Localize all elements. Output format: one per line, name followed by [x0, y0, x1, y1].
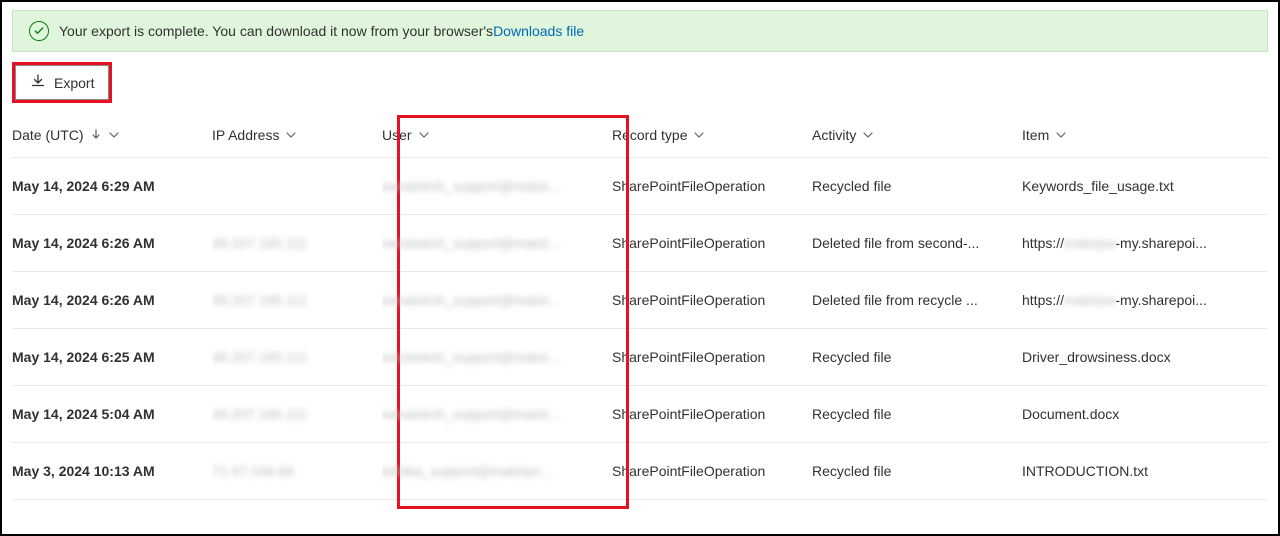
cell-record-type: SharePointFileOperation — [612, 215, 812, 272]
table-row[interactable]: May 14, 2024 6:26 AM49.207.185.111weralo… — [12, 272, 1268, 329]
cell-date: May 14, 2024 6:26 AM — [12, 215, 212, 272]
cell-record-type: SharePointFileOperation — [612, 386, 812, 443]
cell-user: weraloksh_support@matol... — [382, 386, 612, 443]
table-row[interactable]: May 3, 2024 10:13 AM71.97.246.68lethika_… — [12, 443, 1268, 500]
cell-ip-address: 71.97.246.68 — [212, 443, 382, 500]
column-header-activity[interactable]: Activity — [812, 127, 874, 143]
cell-user: weraloksh_support@matol... — [382, 272, 612, 329]
cell-date: May 14, 2024 6:25 AM — [12, 329, 212, 386]
cell-record-type: SharePointFileOperation — [612, 443, 812, 500]
cell-item: Driver_drowsiness.docx — [1022, 329, 1268, 386]
export-complete-banner: Your export is complete. You can downloa… — [12, 10, 1268, 52]
cell-activity: Deleted file from second-... — [812, 215, 1022, 272]
audit-log-table: Date (UTC) IP Address User — [12, 113, 1268, 500]
table-row[interactable]: May 14, 2024 6:26 AM49.207.185.111weralo… — [12, 215, 1268, 272]
banner-message: Your export is complete. You can downloa… — [59, 23, 584, 39]
cell-ip-address — [212, 158, 382, 215]
table-row[interactable]: May 14, 2024 5:04 AM49.207.186.111weralo… — [12, 386, 1268, 443]
cell-user: weraloksh_support@matol... — [382, 329, 612, 386]
export-button[interactable]: Export — [15, 65, 109, 100]
cell-record-type: SharePointFileOperation — [612, 272, 812, 329]
cell-ip-address: 49.207.185.111 — [212, 272, 382, 329]
column-header-item[interactable]: Item — [1022, 127, 1067, 143]
cell-item: INTRODUCTION.txt — [1022, 443, 1268, 500]
cell-activity: Recycled file — [812, 329, 1022, 386]
column-header-date[interactable]: Date (UTC) — [12, 127, 120, 143]
cell-activity: Recycled file — [812, 386, 1022, 443]
cell-date: May 14, 2024 6:26 AM — [12, 272, 212, 329]
cell-user: weraloksh_support@matol... — [382, 158, 612, 215]
chevron-down-icon — [1055, 129, 1067, 141]
cell-item: Keywords_file_usage.txt — [1022, 158, 1268, 215]
cell-ip-address: 49.207.185.111 — [212, 329, 382, 386]
table-row[interactable]: May 14, 2024 6:29 AM weraloksh_support@ma… — [12, 158, 1268, 215]
column-header-ip-address[interactable]: IP Address — [212, 127, 297, 143]
cell-record-type: SharePointFileOperation — [612, 329, 812, 386]
cell-user: lethika_support@matolyn... — [382, 443, 612, 500]
table-row[interactable]: May 14, 2024 6:25 AM49.207.185.111weralo… — [12, 329, 1268, 386]
cell-user: weraloksh_support@matol... — [382, 215, 612, 272]
column-header-user[interactable]: User — [382, 127, 430, 143]
toolbar: Export — [2, 58, 1278, 113]
cell-date: May 14, 2024 6:29 AM — [12, 158, 212, 215]
cell-activity: Deleted file from recycle ... — [812, 272, 1022, 329]
chevron-down-icon — [418, 129, 430, 141]
cell-ip-address: 49.207.186.111 — [212, 386, 382, 443]
export-button-label: Export — [54, 75, 94, 91]
sort-descending-icon — [90, 127, 102, 143]
cell-item: Document.docx — [1022, 386, 1268, 443]
cell-ip-address: 49.207.185.111 — [212, 215, 382, 272]
download-icon — [30, 73, 46, 92]
column-header-record-type[interactable]: Record type — [612, 127, 705, 143]
chevron-down-icon — [108, 129, 120, 141]
cell-date: May 3, 2024 10:13 AM — [12, 443, 212, 500]
cell-item: https://matolyw-my.sharepoi... — [1022, 215, 1268, 272]
cell-record-type: SharePointFileOperation — [612, 158, 812, 215]
cell-activity: Recycled file — [812, 443, 1022, 500]
cell-item: https://matolyw-my.sharepoi... — [1022, 272, 1268, 329]
chevron-down-icon — [285, 129, 297, 141]
success-check-icon — [29, 21, 49, 41]
chevron-down-icon — [862, 129, 874, 141]
downloads-file-link[interactable]: Downloads file — [493, 23, 584, 39]
cell-date: May 14, 2024 5:04 AM — [12, 386, 212, 443]
chevron-down-icon — [693, 129, 705, 141]
cell-activity: Recycled file — [812, 158, 1022, 215]
